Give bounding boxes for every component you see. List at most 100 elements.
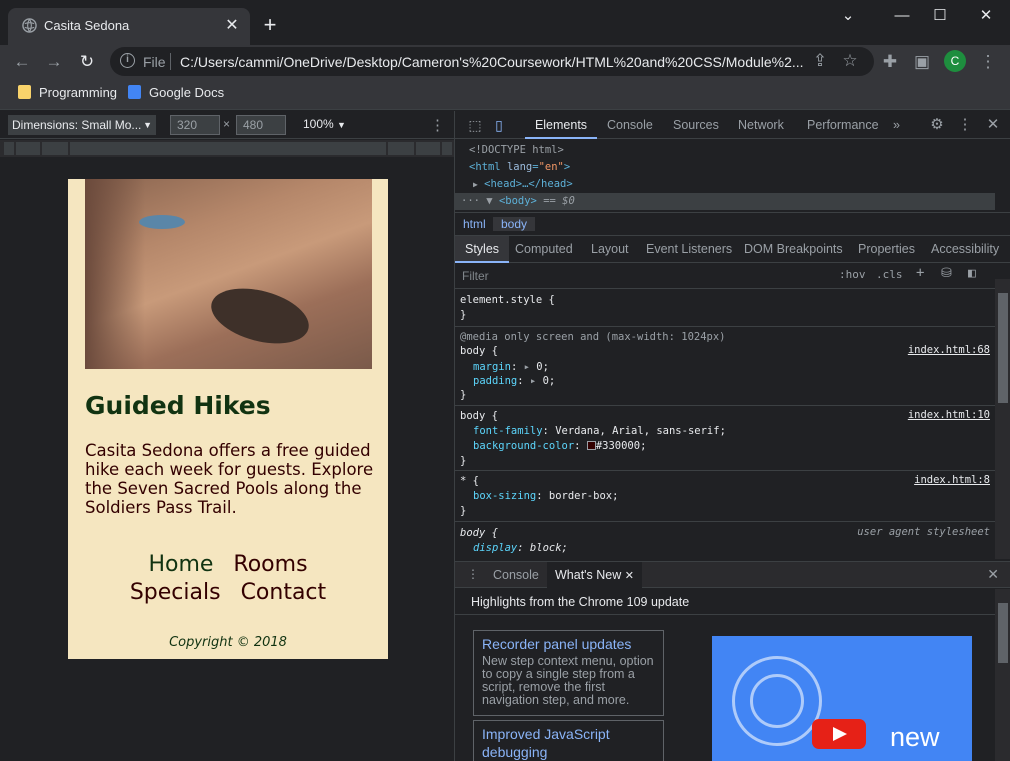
hov-button[interactable]: :hov (839, 268, 866, 281)
tab-accessibility[interactable]: Accessibility (931, 236, 999, 263)
selector[interactable]: element.style { (460, 293, 555, 308)
selector[interactable]: body { (460, 409, 498, 424)
selector[interactable]: * { (460, 474, 479, 489)
url-text[interactable]: C:/Users/cammi/OneDrive/Desktop/Cameron'… (180, 54, 804, 70)
maximize-icon[interactable]: ☐ (922, 4, 958, 28)
tab-close-icon[interactable]: ✕ (222, 16, 242, 36)
expand-arrow-icon[interactable]: ▶ (473, 180, 478, 189)
star-icon[interactable]: ☆ (838, 49, 862, 73)
side-panel-icon[interactable]: ▣ (910, 50, 934, 74)
minimize-icon[interactable]: — (884, 4, 920, 28)
nav-link-home[interactable]: Home (148, 552, 213, 577)
forward-icon[interactable]: → (42, 50, 66, 74)
avatar[interactable]: C (944, 50, 966, 72)
breadcrumb-html[interactable]: html (463, 217, 486, 231)
tab-sources[interactable]: Sources (673, 111, 719, 139)
media-query-segment[interactable] (416, 142, 440, 155)
address-bar[interactable]: i File C:/Users/cammi/OneDrive/Desktop/C… (110, 47, 874, 76)
pool-shape (139, 215, 185, 229)
drawer-menu-icon[interactable]: ⋮ (467, 567, 479, 581)
dom-body[interactable]: ··· ▼ <body> == $0 (455, 193, 995, 210)
reload-icon[interactable]: ↻ (75, 50, 99, 74)
dom-html[interactable]: <html lang="en"> (469, 159, 570, 176)
cls-button[interactable]: .cls (876, 268, 903, 281)
share-icon[interactable]: ⇪ (808, 49, 832, 73)
declaration[interactable]: padding: ▸ 0; (473, 374, 555, 389)
tab-network[interactable]: Network (738, 111, 784, 139)
zoom-select[interactable]: 100% ▼ (303, 117, 346, 131)
width-input[interactable]: 320 (170, 115, 220, 135)
declaration[interactable]: margin: ▸ 0; (473, 360, 549, 375)
nav-link-specials[interactable]: Specials (130, 580, 221, 605)
source-link[interactable]: index.html:10 (908, 409, 990, 421)
source-link[interactable]: index.html:68 (908, 344, 990, 356)
bookmark-programming[interactable]: Programming (18, 85, 117, 103)
tab-styles[interactable]: Styles (455, 236, 510, 263)
back-icon[interactable]: ← (10, 50, 34, 74)
property-name: box-sizing (473, 490, 537, 502)
tab-properties[interactable]: Properties (858, 236, 915, 263)
window-close-icon[interactable]: ✕ (968, 4, 1004, 28)
more-tabs-icon[interactable]: » (893, 111, 900, 139)
youtube-play-icon[interactable] (812, 719, 866, 749)
new-rule-icon[interactable]: + (916, 265, 924, 281)
media-query-segment[interactable] (70, 142, 386, 155)
close-icon[interactable]: ✕ (625, 570, 634, 582)
tab-layout[interactable]: Layout (591, 236, 629, 263)
tab-console[interactable]: Console (607, 111, 653, 139)
media-query-segment[interactable] (42, 142, 68, 155)
drawer-tab-whats-new[interactable]: What's New ✕ (547, 562, 642, 588)
tab-dom-breakpoints[interactable]: DOM Breakpoints (744, 236, 843, 263)
tab-elements[interactable]: Elements (525, 111, 597, 139)
card-title[interactable]: Improved JavaScript debugging (482, 725, 655, 761)
paint-icon[interactable]: ⛁ (941, 266, 952, 281)
color-swatch[interactable] (586, 441, 596, 450)
tab-search-icon[interactable]: ⌄ (830, 4, 866, 28)
inspect-icon[interactable]: ⬚ (463, 113, 487, 137)
dom-doctype[interactable]: <!DOCTYPE html> (469, 142, 564, 159)
property-value: 0; (536, 361, 549, 373)
declaration[interactable]: font-family: Verdana, Arial, sans-serif; (473, 424, 726, 439)
info-icon[interactable]: i (120, 53, 135, 68)
more-options-icon[interactable]: ⋮ (430, 116, 445, 134)
devtools-menu-icon[interactable]: ⋮ (953, 113, 977, 137)
styles-scrollbar[interactable] (995, 279, 1010, 559)
dom-head[interactable]: ▶ <head>…</head> (473, 176, 573, 193)
declaration[interactable]: box-sizing: border-box; (473, 489, 618, 504)
height-input[interactable]: 480 (236, 115, 286, 135)
filter-input[interactable]: Filter (457, 266, 827, 286)
scrollbar-thumb[interactable] (998, 293, 1008, 403)
media-query-segment[interactable] (4, 142, 14, 155)
nav-link-rooms[interactable]: Rooms (233, 552, 307, 577)
gear-icon[interactable]: ⚙ (925, 113, 949, 137)
scrollbar-thumb[interactable] (998, 603, 1008, 663)
whats-new-card[interactable]: Improved JavaScript debugging (473, 720, 664, 761)
tab-event-listeners[interactable]: Event Listeners (646, 236, 732, 263)
breadcrumb-body[interactable]: body (493, 217, 536, 231)
menu-icon[interactable]: ⋮ (976, 50, 1000, 74)
media-query-segment[interactable] (388, 142, 414, 155)
extensions-icon[interactable]: ✚ (878, 50, 902, 74)
tab-computed[interactable]: Computed (515, 236, 573, 263)
card-title[interactable]: Recorder panel updates (482, 635, 655, 653)
drawer-tab-console[interactable]: Console (493, 562, 539, 588)
selector[interactable]: body { (460, 344, 498, 359)
drawer-close-icon[interactable]: ✕ (987, 566, 999, 583)
dimensions-select[interactable]: Dimensions: Small Mo... ▼ (8, 115, 156, 135)
media-query-segment[interactable] (16, 142, 40, 155)
close-icon[interactable]: ✕ (981, 113, 1005, 137)
bookmark-google-docs[interactable]: Google Docs (128, 85, 224, 103)
declaration[interactable]: background-color: #330000; (473, 439, 646, 454)
new-tab-button[interactable]: + (258, 14, 282, 38)
whats-new-card[interactable]: Recorder panel updates New step context … (473, 630, 664, 716)
drawer-scrollbar[interactable] (995, 589, 1010, 761)
pool-shape (205, 278, 315, 354)
nav-link-contact[interactable]: Contact (241, 580, 327, 605)
browser-tab[interactable]: Casita Sedona ✕ (8, 8, 250, 45)
sidebar-toggle-icon[interactable]: ◧ (968, 266, 976, 281)
device-toggle-icon[interactable]: ▯ (487, 113, 511, 137)
promo-video-thumbnail[interactable]: new (712, 636, 972, 761)
media-query-segment[interactable] (442, 142, 452, 155)
tab-performance[interactable]: Performance (807, 111, 879, 139)
source-link[interactable]: index.html:8 (914, 474, 990, 486)
